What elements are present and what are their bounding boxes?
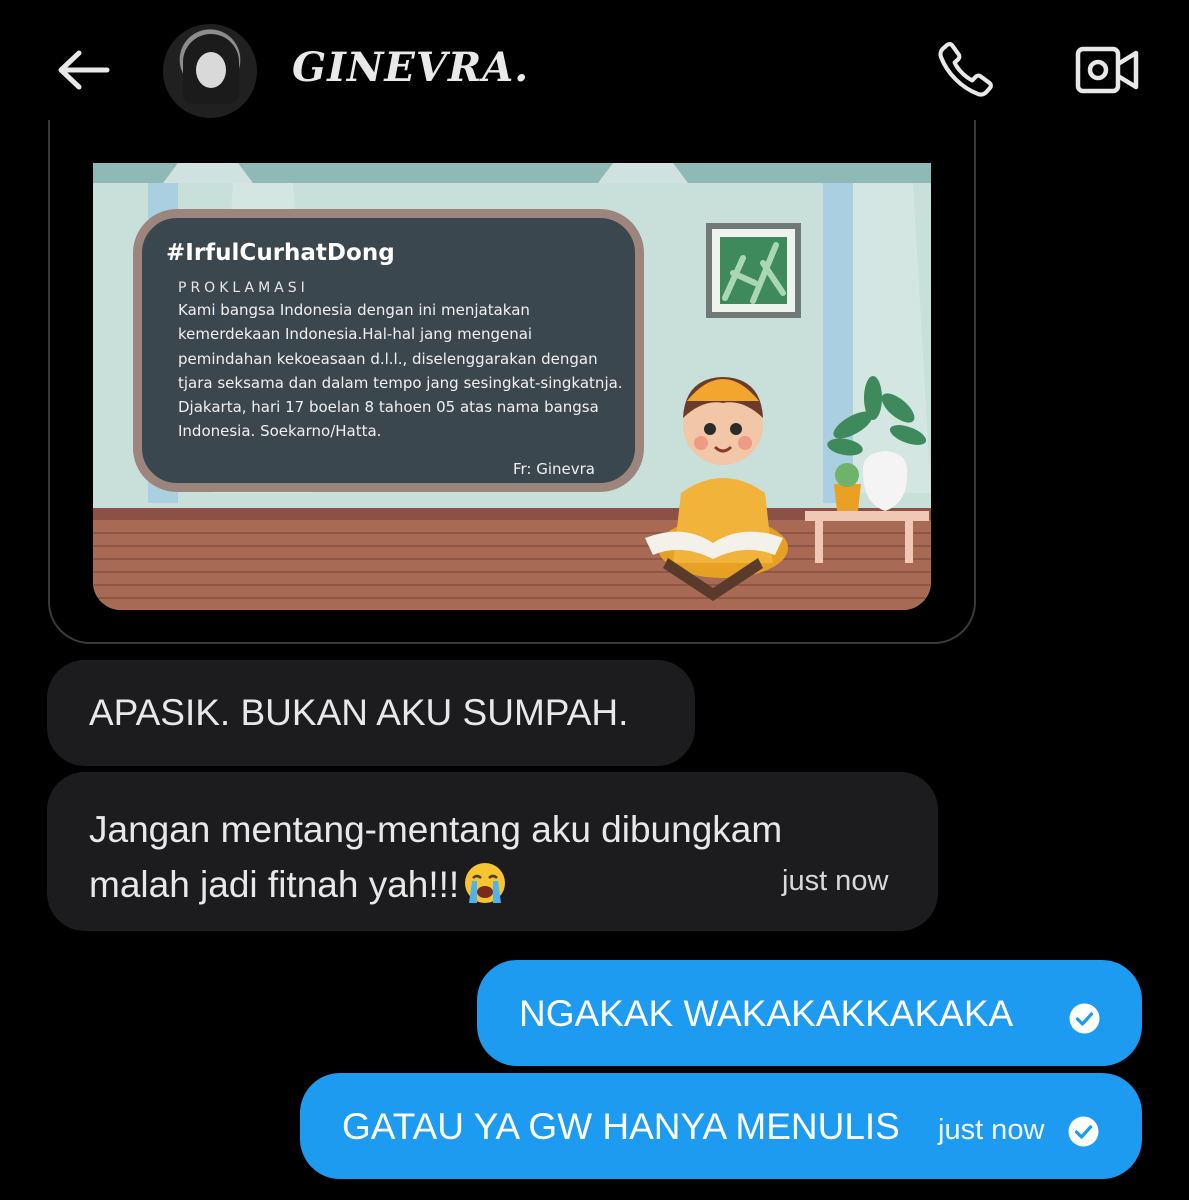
video-camera-icon[interactable] bbox=[1074, 44, 1140, 96]
board-heading: PROKLAMASI bbox=[178, 280, 309, 296]
check-circle-icon bbox=[1068, 1116, 1099, 1147]
contact-name[interactable]: GINEVRA. bbox=[292, 44, 529, 91]
message-text: APASIK. BUKAN AKU SUMPAH. bbox=[89, 692, 629, 733]
incoming-message[interactable]: APASIK. BUKAN AKU SUMPAH. bbox=[47, 660, 695, 766]
board-credit: Fr: Ginevra bbox=[512, 460, 595, 478]
avatar[interactable] bbox=[163, 24, 257, 118]
message-text-content: Jangan mentang-mentang aku dibungkam mal… bbox=[89, 809, 783, 905]
avatar-face bbox=[196, 52, 226, 88]
message-text: Jangan mentang-mentang aku dibungkam mal… bbox=[89, 802, 849, 912]
message-timestamp: just now bbox=[938, 1114, 1045, 1146]
outgoing-message[interactable]: NGAKAK WAKAKAKKAKAKA bbox=[477, 960, 1142, 1066]
message-text: NGAKAK WAKAKAKKAKAKA bbox=[519, 993, 1014, 1034]
check-circle-icon bbox=[1069, 1003, 1100, 1034]
incoming-message[interactable]: Jangan mentang-mentang aku dibungkam mal… bbox=[47, 772, 938, 931]
chalkboard: #IrfulCurhatDong PROKLAMASI Kami bangsa … bbox=[133, 209, 644, 492]
arrow-left-icon[interactable] bbox=[55, 48, 111, 92]
board-body: Kami bangsa Indonesia dengan ini menjata… bbox=[178, 301, 623, 441]
chat-header: GINEVRA. bbox=[0, 0, 1189, 140]
message-text: GATAU YA GW HANYA MENULIS bbox=[342, 1106, 900, 1147]
image-attachment[interactable]: #IrfulCurhatDong PROKLAMASI Kami bangsa … bbox=[93, 163, 931, 610]
loudly-crying-face-icon bbox=[465, 863, 506, 903]
board-title: #IrfulCurhatDong bbox=[166, 240, 395, 266]
outgoing-message[interactable]: GATAU YA GW HANYA MENULIS just now bbox=[300, 1073, 1142, 1179]
message-timestamp: just now bbox=[782, 865, 889, 897]
phone-icon[interactable] bbox=[935, 38, 997, 100]
